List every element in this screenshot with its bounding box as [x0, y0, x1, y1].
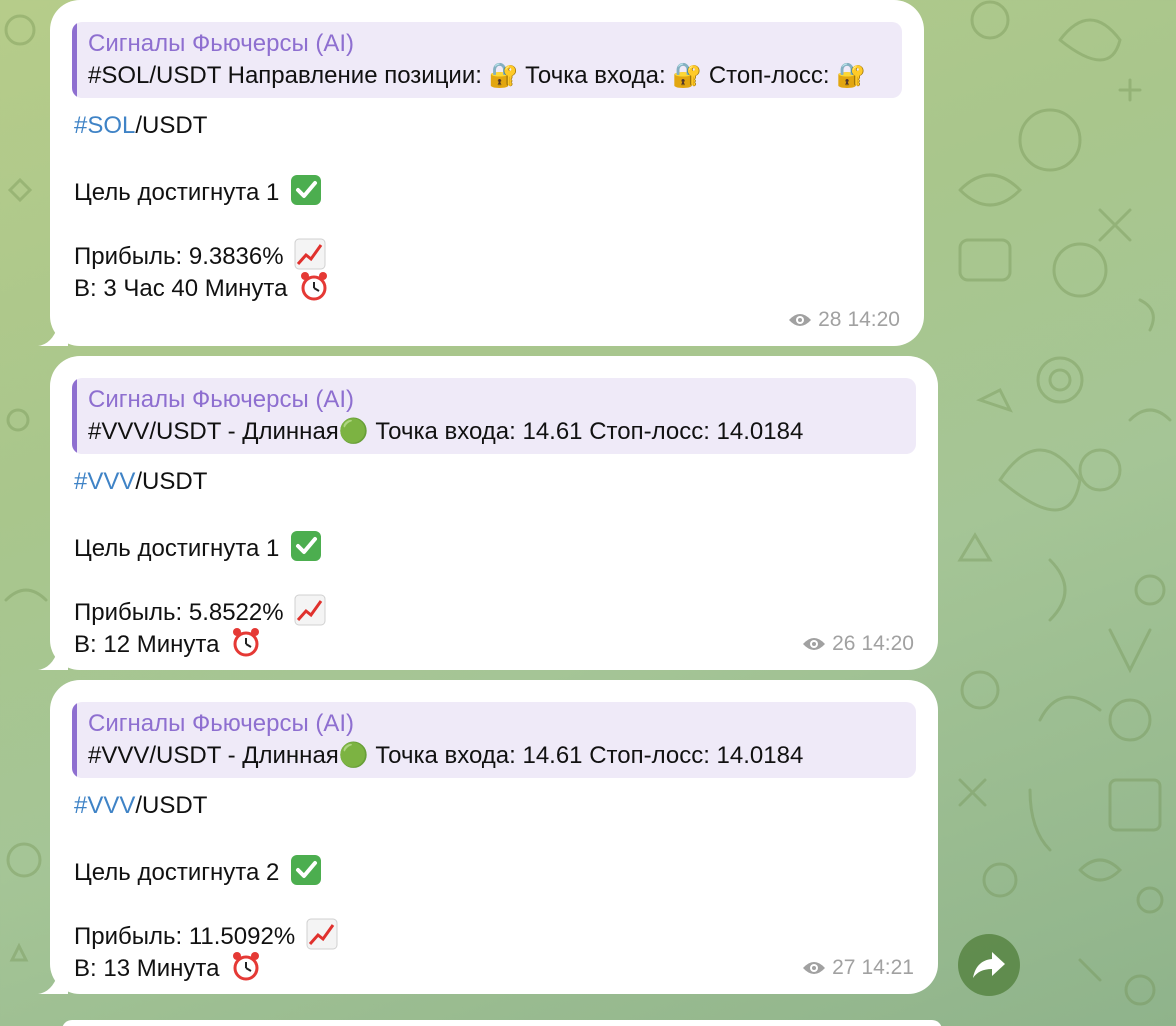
profit-text: Прибыль: 9.3836%	[74, 243, 284, 270]
duration-text: В: 13 Минута	[74, 955, 220, 982]
alarm-clock-icon	[233, 952, 260, 981]
message-time: 14:21	[861, 956, 914, 979]
next-message-bubble-edge	[62, 1020, 942, 1026]
target-reached-text: Цель достигнута 2	[74, 859, 280, 886]
alarm-clock-icon	[301, 272, 328, 301]
reply-channel-name: Сигналы Фьючерсы (AI)	[88, 386, 355, 413]
alarm-clock-icon	[233, 628, 260, 657]
view-count: 28	[818, 308, 842, 331]
eye-icon	[803, 962, 826, 974]
eye-icon	[803, 638, 826, 650]
reply-snippet: #SOL/USDT Направление позиции: 🔐 Точка в…	[88, 62, 867, 89]
share-arrow-icon	[973, 952, 1005, 978]
target-reached-text: Цель достигнута 1	[74, 179, 280, 206]
reply-preview[interactable]: Сигналы Фьючерсы (AI) #SOL/USDT Направле…	[72, 22, 902, 98]
profit-text: Прибыль: 11.5092%	[74, 923, 296, 950]
reply-preview[interactable]: Сигналы Фьючерсы (AI) #VVV/USDT - Длинна…	[72, 702, 916, 778]
reply-preview[interactable]: Сигналы Фьючерсы (AI) #VVV/USDT - Длинна…	[72, 378, 916, 454]
reply-snippet: #VVV/USDT - Длинная🟢 Точка входа: 14.61 …	[88, 742, 804, 769]
message-time: 14:20	[847, 308, 900, 331]
target-reached-text: Цель достигнута 1	[74, 535, 280, 562]
white-check-mark-icon	[291, 531, 321, 561]
message-text: #SOL/USDT Цель достигнута 1 Прибыль: 9.3…	[72, 110, 902, 302]
bubble-tail	[38, 970, 68, 994]
message-meta: 26 14:20	[802, 632, 914, 656]
white-check-mark-icon	[291, 175, 321, 205]
hashtag-link[interactable]: #SOL	[74, 112, 135, 139]
reply-channel-name: Сигналы Фьючерсы (AI)	[88, 30, 355, 57]
white-check-mark-icon	[291, 855, 321, 885]
message-time: 14:20	[861, 632, 914, 655]
reply-snippet: #VVV/USDT - Длинная🟢 Точка входа: 14.61 …	[88, 418, 804, 445]
pair-suffix: /USDT	[135, 468, 208, 495]
message-meta: 28 14:20	[788, 308, 900, 332]
chart-increasing-icon	[294, 238, 326, 270]
hashtag-link[interactable]: #VVV	[74, 792, 135, 819]
share-button[interactable]	[958, 934, 1020, 996]
message-text: #VVV/USDT Цель достигнута 2 Прибыль: 11.…	[72, 790, 916, 982]
pair-suffix: /USDT	[135, 112, 208, 139]
duration-text: В: 3 Час 40 Минута	[74, 275, 288, 302]
duration-text: В: 12 Минута	[74, 631, 220, 658]
view-count: 27	[832, 956, 856, 979]
message-meta: 27 14:21	[802, 956, 914, 980]
bubble-tail	[38, 646, 68, 670]
hashtag-link[interactable]: #VVV	[74, 468, 135, 495]
view-count: 26	[832, 632, 856, 655]
reply-channel-name: Сигналы Фьючерсы (AI)	[88, 710, 355, 737]
message-bubble[interactable]: Сигналы Фьючерсы (AI) #VVV/USDT - Длинна…	[38, 680, 938, 994]
message-text: #VVV/USDT Цель достигнута 1 Прибыль: 5.8…	[72, 466, 916, 658]
pair-suffix: /USDT	[135, 792, 208, 819]
bubble-tail	[38, 322, 68, 346]
message-bubble[interactable]: Сигналы Фьючерсы (AI) #SOL/USDT Направле…	[38, 0, 924, 346]
profit-text: Прибыль: 5.8522%	[74, 599, 284, 626]
message-bubble[interactable]: Сигналы Фьючерсы (AI) #VVV/USDT - Длинна…	[38, 356, 938, 670]
eye-icon	[789, 314, 812, 326]
chart-increasing-icon	[294, 594, 326, 626]
chart-increasing-icon	[306, 918, 338, 950]
